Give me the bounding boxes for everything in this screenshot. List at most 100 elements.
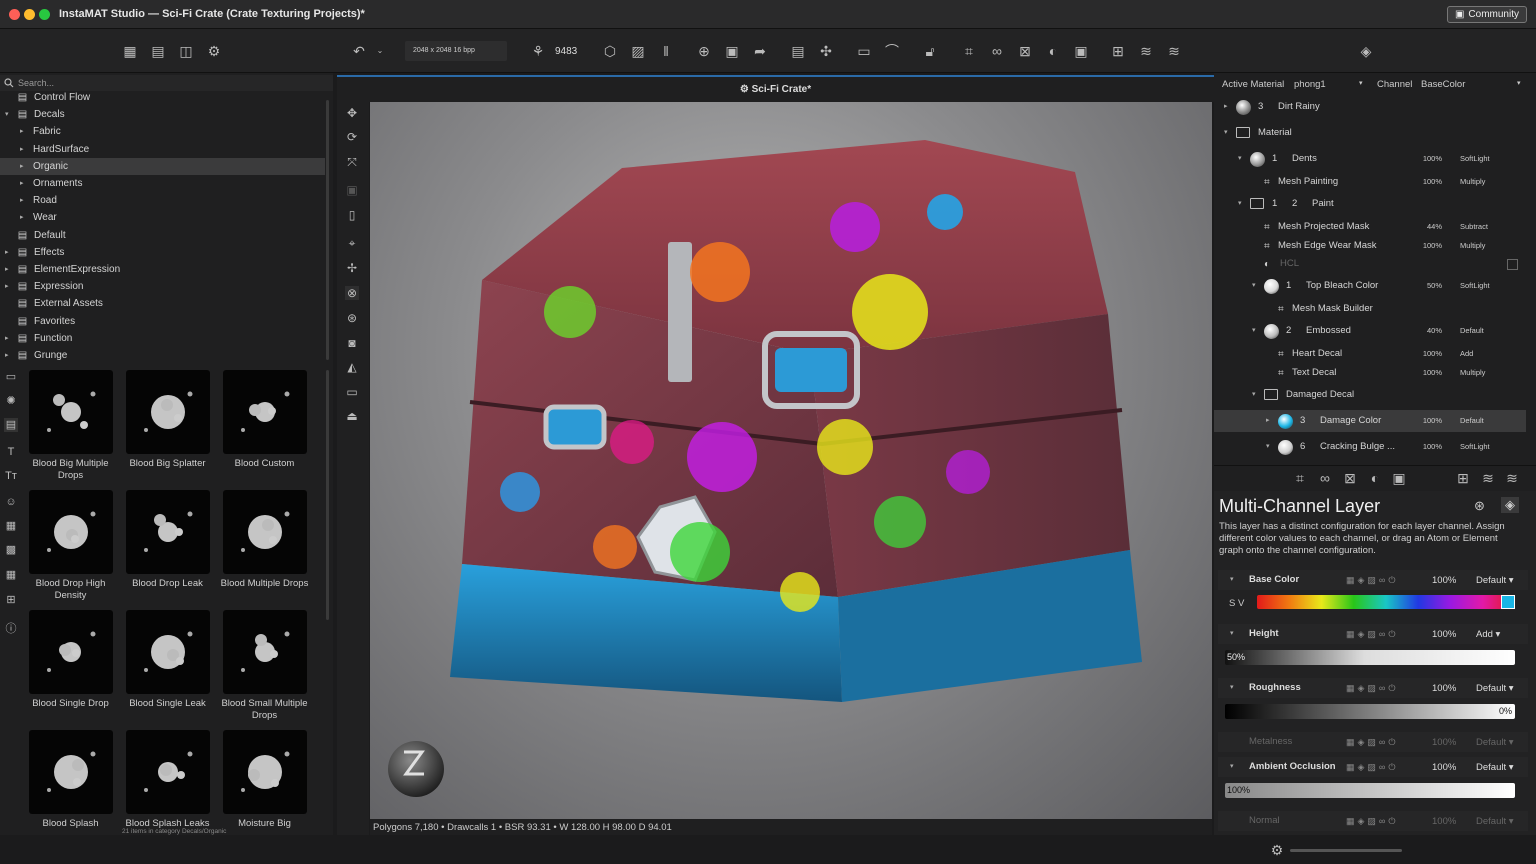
layer-blend-mode[interactable]: Default <box>1460 416 1484 425</box>
link-icon[interactable]: ∞ <box>1317 470 1333 486</box>
terminal-icon[interactable]: ▭ <box>856 43 872 59</box>
channel-metalness[interactable]: Metalness ▦◈▨∞⏻ 100% Default ▾ <box>1218 732 1528 752</box>
asset-tile[interactable]: Blood Drop High Density <box>22 485 119 603</box>
layer-opacity[interactable]: 100% <box>1416 177 1442 186</box>
layer-blend-mode[interactable]: SoftLight <box>1460 154 1490 163</box>
asset-tile[interactable]: Blood Single Drop <box>22 605 119 723</box>
layer-row[interactable]: ◐ HCL <box>1214 253 1526 275</box>
layer-row[interactable]: ▸ 3 Dirt Rainy <box>1214 96 1526 118</box>
asset-tile[interactable]: Blood Custom <box>216 365 313 483</box>
channel-blend-mode[interactable]: Default ▾ <box>1476 762 1514 773</box>
tree-arrow-icon[interactable]: ▸ <box>5 244 13 261</box>
tree-item-ornaments[interactable]: ▸ Ornaments <box>0 175 325 192</box>
info-icon[interactable]: ⓘ <box>4 622 18 636</box>
asset-tile[interactable]: Blood Splash Leaks <box>119 725 216 835</box>
layer-opacity[interactable]: 100% <box>1416 416 1442 425</box>
layer-expand-icon[interactable]: ▾ <box>1252 326 1256 334</box>
image-icon[interactable]: ▨ <box>630 43 646 59</box>
chevron-down-icon[interactable]: ▾ <box>1517 79 1521 87</box>
split-icon[interactable]: ‖ <box>658 43 674 59</box>
target-icon[interactable]: ⌖ <box>345 236 359 250</box>
layer-opacity[interactable]: 100% <box>1416 368 1442 377</box>
save-icon[interactable]: ▣ <box>724 43 740 59</box>
package-icon[interactable]: ◫ <box>178 43 194 59</box>
community-button[interactable]: ▣ Community <box>1446 6 1527 23</box>
atom-icon[interactable]: ⊠ <box>1017 43 1033 59</box>
nodes-icon[interactable]: ✣ <box>818 43 834 59</box>
orientation-gizmo[interactable] <box>388 741 444 797</box>
view-icon[interactable]: ⊗ <box>345 286 359 300</box>
home-icon[interactable]: ▦ <box>122 43 138 59</box>
channel-blend-mode[interactable]: Default ▾ <box>1476 816 1514 827</box>
asset-tile[interactable]: Moisture Big <box>216 725 313 835</box>
channel-opacity[interactable]: 100% <box>1432 575 1456 586</box>
layer-blend-mode[interactable]: SoftLight <box>1460 442 1490 451</box>
layer-blend-mode[interactable]: Multiply <box>1460 241 1485 250</box>
tree-item-favorites[interactable]: ▤ Favorites <box>0 313 325 330</box>
contrast-icon[interactable]: ◐ <box>1045 43 1061 59</box>
tree-arrow-icon[interactable]: ▸ <box>20 192 28 209</box>
font-icon[interactable]: Tт <box>4 469 18 483</box>
tree-arrow-icon[interactable]: ▸ <box>20 209 28 226</box>
channel-expand-icon[interactable]: ▾ <box>1230 683 1234 691</box>
layer-expand-icon[interactable]: ▾ <box>1224 128 1228 136</box>
channel-value-slider[interactable]: 50% <box>1225 650 1515 665</box>
layer-opacity[interactable]: 50% <box>1416 281 1442 290</box>
layer-row[interactable]: ▾ Damaged Decal <box>1214 384 1526 406</box>
light-icon[interactable]: ◭ <box>345 360 359 374</box>
channel-options-icon[interactable]: ▦◈▨∞⏻ <box>1346 762 1408 773</box>
tree-arrow-icon[interactable]: ▸ <box>5 278 13 295</box>
layer-opacity[interactable]: 100% <box>1416 241 1442 250</box>
tree-item-default[interactable]: ▤ Default <box>0 227 325 244</box>
crop-icon[interactable]: ⌗ <box>961 43 977 59</box>
layer-expand-icon[interactable]: ▸ <box>1224 102 1228 110</box>
user-icon[interactable]: ☺ <box>4 495 18 509</box>
asset-tile[interactable]: Blood Big Multiple Drops <box>22 365 119 483</box>
tree-item-road[interactable]: ▸ Road <box>0 192 325 209</box>
settings-icon[interactable]: ⚙ <box>1269 842 1285 858</box>
tree-item-hardsurface[interactable]: ▸ HardSurface <box>0 141 325 158</box>
camera-icon[interactable]: ◙ <box>345 336 359 350</box>
layer-row[interactable]: ▾ 6 Cracking Bulge ... 100% SoftLight <box>1214 436 1526 458</box>
pattern-icon[interactable]: ▩ <box>4 543 18 557</box>
channel-opacity[interactable]: 100% <box>1432 629 1456 640</box>
graph-icon[interactable]: ⌒ <box>884 43 900 59</box>
decal-icon[interactable]: ▤ <box>4 418 18 432</box>
picture-icon[interactable]: ▣ <box>1391 470 1407 486</box>
picture-icon[interactable]: ▣ <box>1073 43 1089 59</box>
layer-expand-icon[interactable]: ▾ <box>1238 154 1242 162</box>
search-input[interactable]: Search... <box>18 78 54 88</box>
channel-options-icon[interactable]: ▦◈▨∞⏻ <box>1346 629 1408 640</box>
layer-expand-icon[interactable]: ▾ <box>1252 281 1256 289</box>
grid-icon[interactable]: ▦ <box>4 568 18 582</box>
add-layer-icon[interactable]: ⊞ <box>1110 43 1126 59</box>
layer-stack-icon[interactable]: ◈ <box>1358 43 1374 59</box>
asset-tile[interactable]: Blood Drop Leak <box>119 485 216 603</box>
layer-expand-icon[interactable]: ▾ <box>1252 390 1256 398</box>
layer-opacity[interactable]: 100% <box>1416 349 1442 358</box>
tree-item-decals[interactable]: ▾ ▤ Decals <box>0 106 325 123</box>
layer-expand-icon[interactable]: ▸ <box>1266 416 1270 424</box>
layer-row[interactable]: ▾ 1 Dents 100% SoftLight <box>1214 148 1526 170</box>
move-icon[interactable]: ✥ <box>345 106 359 120</box>
add-circle-icon[interactable]: ⊕ <box>696 43 712 59</box>
tree-arrow-icon[interactable]: ▸ <box>20 175 28 192</box>
asset-tile[interactable]: Blood Small Multiple Drops <box>216 605 313 723</box>
layers-stack-icon[interactable]: ≋ <box>1166 43 1182 59</box>
channel-base-color[interactable]: ▾ Base Color ▦◈▨∞⏻ 100% Default ▾ <box>1218 570 1528 590</box>
channel-expand-icon[interactable]: ▾ <box>1230 575 1234 583</box>
tree-arrow-icon[interactable]: ▸ <box>20 123 28 140</box>
layer-row[interactable]: ⌗ Mesh Painting 100% Multiply <box>1214 171 1526 193</box>
export-icon[interactable]: ⏏ <box>345 409 359 423</box>
channel-expand-icon[interactable]: ▾ <box>1230 629 1234 637</box>
layers-icon[interactable]: ≋ <box>1480 470 1496 486</box>
channel-select[interactable]: BaseColor <box>1421 79 1465 90</box>
tree-arrow-icon[interactable]: ▾ <box>5 106 13 123</box>
layer-type-icon[interactable]: ◈ <box>1501 497 1519 513</box>
asset-tile[interactable]: Blood Multiple Drops <box>216 485 313 603</box>
grid-scrollbar[interactable] <box>326 370 329 620</box>
folder-icon[interactable]: ▭ <box>4 370 18 384</box>
color-swatch[interactable] <box>1501 595 1515 609</box>
channel-options-icon[interactable]: ▦◈▨∞⏻ <box>1346 683 1408 694</box>
share-icon[interactable]: ➦ <box>752 43 768 59</box>
